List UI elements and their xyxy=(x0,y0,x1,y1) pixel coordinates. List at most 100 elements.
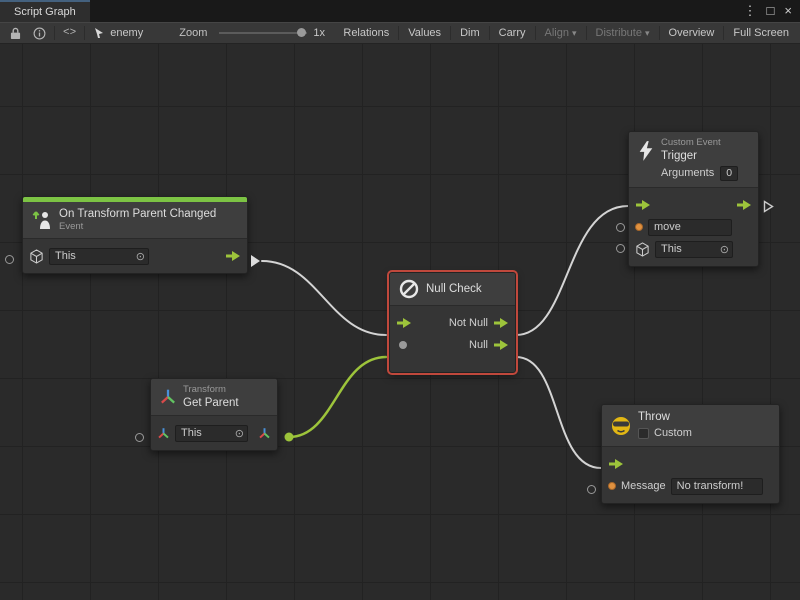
toolbar-separator xyxy=(398,26,399,40)
field-value: move xyxy=(654,221,728,233)
toolbar-separator xyxy=(535,26,536,40)
menu-icon[interactable]: ⋮ xyxy=(744,0,757,22)
gameobject-cube-icon xyxy=(29,249,44,264)
object-picker-icon[interactable]: ⊙ xyxy=(235,427,244,440)
event-name-field[interactable]: move xyxy=(648,219,732,236)
node-header[interactable]: On Transform Parent Changed Event xyxy=(23,202,247,239)
wire-notnull-to-trigger[interactable] xyxy=(516,206,628,335)
graph-toolbar: <> enemy Zoom 1x Relations Values Dim Ca… xyxy=(0,22,800,44)
flow-output-port[interactable] xyxy=(225,250,241,262)
chevron-down-icon: ▾ xyxy=(572,28,577,39)
output-label-null: Null xyxy=(469,339,488,351)
field-value: This xyxy=(181,427,231,439)
wire-getparent-to-nullcheck[interactable] xyxy=(289,357,386,437)
flow-output-port-not-null[interactable] xyxy=(493,317,509,329)
custom-event-lightning-icon xyxy=(637,140,655,162)
wire-endpoint-dot[interactable] xyxy=(285,433,294,442)
overview-button[interactable]: Overview xyxy=(662,23,722,43)
getparent-target-port[interactable] xyxy=(135,433,144,442)
maximize-icon[interactable]: □ xyxy=(767,0,775,22)
node-throw[interactable]: Throw Custom Message No xyxy=(601,404,780,504)
zoom-slider[interactable] xyxy=(219,32,307,34)
toolbar-separator xyxy=(450,26,451,40)
graph-asset[interactable]: enemy xyxy=(87,23,149,43)
value-input-port[interactable] xyxy=(399,341,407,349)
target-object-field[interactable]: This ⊙ xyxy=(655,241,733,258)
toolbar-separator xyxy=(84,26,85,40)
object-picker-icon[interactable]: ⊙ xyxy=(720,243,729,256)
node-title: On Transform Parent Changed xyxy=(59,207,216,221)
node-trigger-custom-event[interactable]: Custom Event Trigger Arguments 0 xyxy=(628,131,759,267)
node-title: Trigger xyxy=(661,149,750,163)
flow-input-port[interactable] xyxy=(396,317,412,329)
node-header[interactable]: Transform Get Parent xyxy=(151,379,277,416)
flow-output-port-null[interactable] xyxy=(493,339,509,351)
close-icon[interactable]: × xyxy=(784,0,792,22)
node-header[interactable]: Custom Event Trigger Arguments 0 xyxy=(629,132,758,188)
node-get-parent[interactable]: Transform Get Parent This ⊙ xyxy=(150,378,278,451)
throw-message-port[interactable] xyxy=(587,485,596,494)
fullscreen-button[interactable]: Full Screen xyxy=(726,23,796,43)
transform-event-icon xyxy=(31,209,53,231)
unity-visual-scripting-window: Script Graph ⋮ □ × <> enemy Zoom 1x xyxy=(0,0,800,600)
transform-input-port[interactable] xyxy=(157,427,170,440)
node-category: Transform xyxy=(183,384,239,396)
button-label: Full Screen xyxy=(733,27,789,39)
object-picker-icon[interactable]: ⊙ xyxy=(136,250,145,263)
node-header[interactable]: Null Check xyxy=(390,273,515,306)
field-value: No transform! xyxy=(677,480,759,492)
script-graph-icon xyxy=(93,27,105,39)
target-object-field[interactable]: This ⊙ xyxy=(49,248,149,265)
target-object-field[interactable]: This ⊙ xyxy=(175,425,248,442)
toolbar-separator xyxy=(54,26,55,40)
button-label: Carry xyxy=(499,27,526,39)
zoom-value: 1x xyxy=(313,23,331,43)
button-label: Dim xyxy=(460,27,480,39)
trigger-flow-out-triangle[interactable] xyxy=(763,200,774,213)
node-null-check[interactable]: Null Check Not Null Null xyxy=(389,272,516,373)
transform-icon xyxy=(159,388,177,406)
button-label: Overview xyxy=(669,27,715,39)
gameobject-cube-icon xyxy=(635,242,650,257)
align-button[interactable]: Align▾ xyxy=(538,23,584,43)
wire-event-to-nullcheck[interactable] xyxy=(262,261,386,335)
message-field[interactable]: No transform! xyxy=(671,478,763,495)
node-on-transform-parent-changed[interactable]: On Transform Parent Changed Event This ⊙ xyxy=(22,196,248,274)
flow-output-port[interactable] xyxy=(736,199,752,211)
trigger-name-port[interactable] xyxy=(616,223,625,232)
node-header[interactable]: Throw Custom xyxy=(602,405,779,447)
tab-title: Script Graph xyxy=(14,6,76,18)
flow-input-port[interactable] xyxy=(608,458,624,470)
zoom-label: Zoom xyxy=(173,23,213,43)
lock-icon[interactable] xyxy=(4,23,27,43)
node-title: Null Check xyxy=(426,282,482,296)
carry-button[interactable]: Carry xyxy=(492,23,533,43)
arguments-count-field[interactable]: 0 xyxy=(720,166,738,181)
dim-button[interactable]: Dim xyxy=(453,23,487,43)
zoom-slider-handle[interactable] xyxy=(297,28,306,37)
graph-canvas[interactable]: On Transform Parent Changed Event This ⊙ xyxy=(0,44,800,600)
transform-output-port[interactable] xyxy=(258,427,271,440)
distribute-button[interactable]: Distribute▾ xyxy=(589,23,657,43)
message-input-port[interactable] xyxy=(608,482,616,490)
event-name-input-port[interactable] xyxy=(635,223,643,231)
custom-checkbox-label: Custom xyxy=(654,427,692,441)
code-view-icon[interactable]: <> xyxy=(57,23,82,43)
custom-checkbox[interactable] xyxy=(638,428,649,439)
info-icon[interactable] xyxy=(27,23,52,43)
field-value: This xyxy=(55,250,132,262)
trigger-target-port[interactable] xyxy=(616,244,625,253)
values-button[interactable]: Values xyxy=(401,23,448,43)
wire-null-to-throw[interactable] xyxy=(516,357,601,468)
message-label: Message xyxy=(621,480,666,492)
titlebar: Script Graph ⋮ □ × xyxy=(0,0,800,22)
button-label: Relations xyxy=(343,27,389,39)
arguments-label: Arguments xyxy=(661,167,714,181)
event-target-port[interactable] xyxy=(5,255,14,264)
node-subtitle: Event xyxy=(59,221,216,233)
tab-script-graph[interactable]: Script Graph xyxy=(0,0,90,22)
flow-input-port[interactable] xyxy=(635,199,651,211)
relations-button[interactable]: Relations xyxy=(336,23,396,43)
toolbar-separator xyxy=(586,26,587,40)
flow-connection-triangle[interactable] xyxy=(251,255,260,267)
